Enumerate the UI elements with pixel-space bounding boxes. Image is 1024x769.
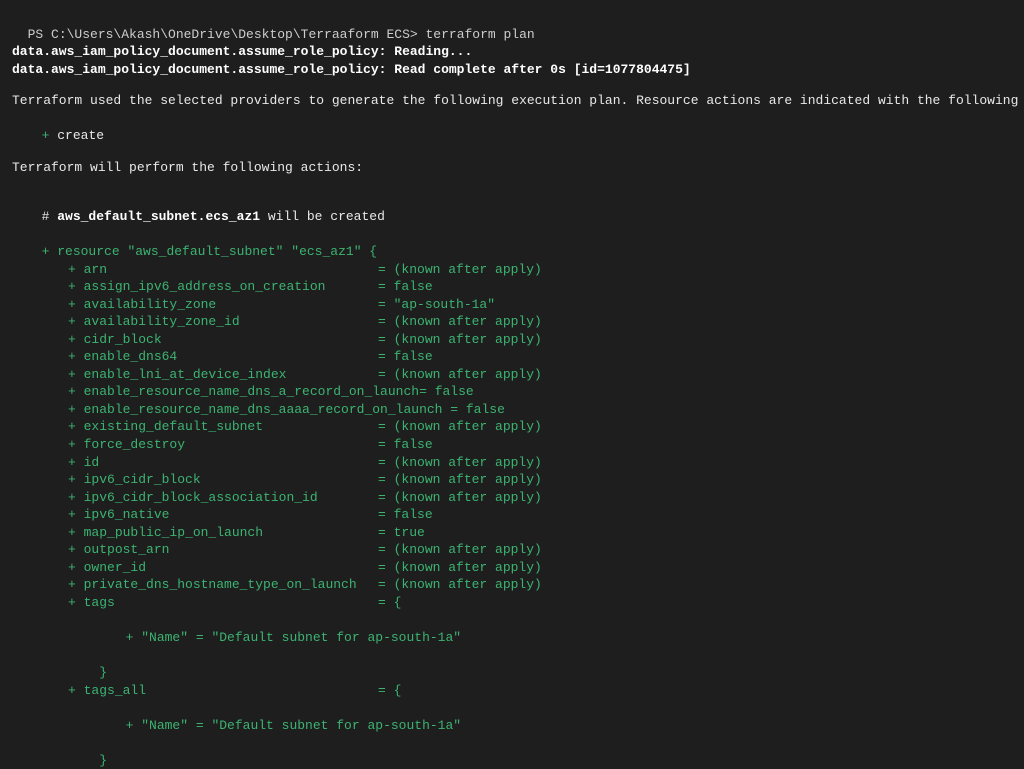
- attr-row: + arn= (known after apply): [12, 261, 1012, 279]
- attr-key: + cidr_block: [68, 331, 378, 349]
- tags-close: }: [12, 647, 1012, 682]
- attr-key: + ipv6_native: [68, 506, 378, 524]
- attr-value: false: [394, 436, 433, 454]
- attr-value: false: [394, 278, 433, 296]
- attr-key: + enable_lni_at_device_index: [68, 366, 378, 384]
- prompt-path: PS C:\Users\Akash\OneDrive\Desktop\Terra…: [28, 27, 426, 42]
- attr-value: (known after apply): [394, 366, 542, 384]
- attr-value: (known after apply): [394, 418, 542, 436]
- attr-row: + map_public_ip_on_launch= true: [12, 524, 1012, 542]
- attr-key: + id: [68, 454, 378, 472]
- attr-row: + ipv6_cidr_block_association_id= (known…: [12, 489, 1012, 507]
- attr-value: "ap-south-1a": [394, 296, 495, 314]
- attr-key: + enable_dns64: [68, 348, 378, 366]
- attr-key: + ipv6_cidr_block_association_id: [68, 489, 378, 507]
- actions-line: Terraform will perform the following act…: [12, 159, 1012, 177]
- attr-row: + cidr_block= (known after apply): [12, 331, 1012, 349]
- attr-key: + assign_ipv6_address_on_creation: [68, 278, 378, 296]
- attr-tags-all: + tags_all= {: [12, 682, 1012, 700]
- attr-row: + ipv6_cidr_block= (known after apply): [12, 471, 1012, 489]
- resource-declaration: + resource "aws_default_subnet" "ecs_az1…: [12, 225, 1012, 260]
- attr-value: (known after apply): [394, 471, 542, 489]
- attr-value: (known after apply): [394, 576, 542, 594]
- create-symbol-line: + create: [12, 110, 1012, 145]
- spacer: [12, 145, 1012, 159]
- spacer: [12, 176, 1012, 190]
- attr-row: + enable_dns64= false: [12, 348, 1012, 366]
- attr-row: + owner_id= (known after apply): [12, 559, 1012, 577]
- spacer: [12, 78, 1012, 92]
- intro-line: Terraform used the selected providers to…: [12, 92, 1012, 110]
- attr-key: + availability_zone: [68, 296, 378, 314]
- attr-value: (known after apply): [394, 261, 542, 279]
- attr-row: + id= (known after apply): [12, 454, 1012, 472]
- attr-value: false: [466, 401, 505, 419]
- attr-row: + ipv6_native= false: [12, 506, 1012, 524]
- attr-key: + private_dns_hostname_type_on_launch: [68, 576, 378, 594]
- attr-value: true: [394, 524, 425, 542]
- attr-row: + availability_zone_id= (known after app…: [12, 313, 1012, 331]
- attr-value: (known after apply): [394, 331, 542, 349]
- attr-row: + outpost_arn= (known after apply): [12, 541, 1012, 559]
- attr-key: + ipv6_cidr_block: [68, 471, 378, 489]
- attr-row: + enable_resource_name_dns_aaaa_record_o…: [12, 401, 1012, 419]
- attr-row: + enable_resource_name_dns_a_record_on_l…: [12, 383, 1012, 401]
- attr-value: false: [435, 383, 474, 401]
- attr-key: + availability_zone_id: [68, 313, 378, 331]
- attr-value: false: [394, 348, 433, 366]
- attributes-list: + arn= (known after apply)+ assign_ipv6_…: [12, 261, 1012, 594]
- attr-row: + enable_lni_at_device_index= (known aft…: [12, 366, 1012, 384]
- tags-all-close: }: [12, 734, 1012, 769]
- prompt-line: PS C:\Users\Akash\OneDrive\Desktop\Terra…: [12, 8, 1012, 43]
- attr-value: (known after apply): [394, 541, 542, 559]
- attr-row: + private_dns_hostname_type_on_launch= (…: [12, 576, 1012, 594]
- attr-row: + assign_ipv6_address_on_creation= false: [12, 278, 1012, 296]
- resource-comment: # aws_default_subnet.ecs_az1 will be cre…: [12, 190, 1012, 225]
- attr-key: + enable_resource_name_dns_a_record_on_l…: [68, 383, 419, 401]
- attr-key: + outpost_arn: [68, 541, 378, 559]
- tags-all-name-entry: + "Name" = "Default subnet for ap-south-…: [12, 699, 1012, 734]
- attr-value: false: [394, 506, 433, 524]
- command-text: terraform plan: [425, 27, 534, 42]
- reading-line-1: data.aws_iam_policy_document.assume_role…: [12, 43, 1012, 61]
- attr-key: + map_public_ip_on_launch: [68, 524, 378, 542]
- terminal-output[interactable]: PS C:\Users\Akash\OneDrive\Desktop\Terra…: [12, 8, 1012, 769]
- attr-value: (known after apply): [394, 454, 542, 472]
- attr-value: (known after apply): [394, 559, 542, 577]
- attr-value: (known after apply): [394, 313, 542, 331]
- attr-row: + existing_default_subnet= (known after …: [12, 418, 1012, 436]
- attr-value: (known after apply): [394, 489, 542, 507]
- attr-row: + force_destroy= false: [12, 436, 1012, 454]
- reading-line-2: data.aws_iam_policy_document.assume_role…: [12, 61, 1012, 79]
- attr-key: + existing_default_subnet: [68, 418, 378, 436]
- tags-name-entry: + "Name" = "Default subnet for ap-south-…: [12, 612, 1012, 647]
- attr-key: + owner_id: [68, 559, 378, 577]
- attr-row: + availability_zone= "ap-south-1a": [12, 296, 1012, 314]
- attr-key: + force_destroy: [68, 436, 378, 454]
- attr-key: + enable_resource_name_dns_aaaa_record_o…: [68, 401, 442, 419]
- attr-key: + arn: [68, 261, 378, 279]
